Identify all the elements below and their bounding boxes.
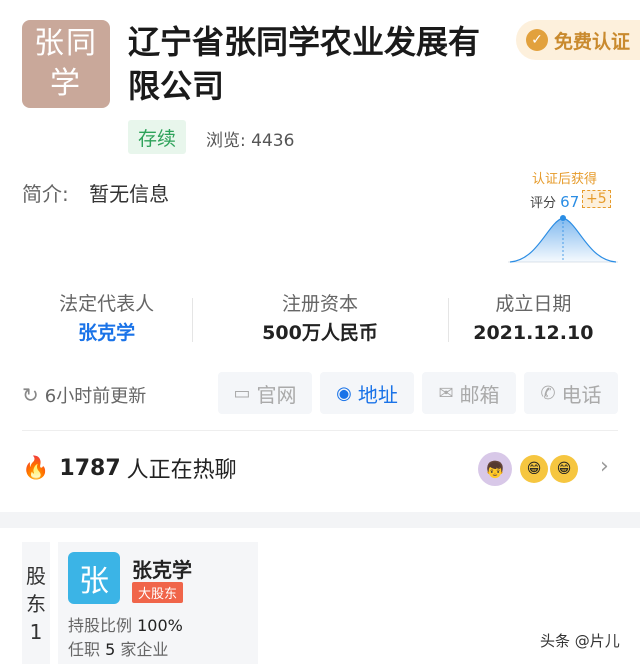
legal-rep-cell: 法定代表人 张克学 bbox=[0, 290, 213, 350]
registered-capital-cell: 注册资本 500万人民币 bbox=[213, 290, 426, 350]
score-line: 评分 67 bbox=[530, 192, 579, 211]
company-intro: 简介: 暂无信息 bbox=[22, 178, 169, 207]
watermark: 头条 @片儿 bbox=[540, 632, 620, 650]
update-text: 6小时前更新 bbox=[44, 386, 147, 407]
location-pin-icon: ◉ bbox=[336, 382, 352, 404]
hot-chat-count: 1787 bbox=[59, 455, 121, 481]
major-shareholder-badge: 大股东 bbox=[132, 582, 184, 603]
divider bbox=[192, 298, 193, 342]
shareholder-count: 1 bbox=[29, 620, 43, 644]
legal-rep-link[interactable]: 张克学 bbox=[0, 318, 213, 348]
founding-date-label: 成立日期 bbox=[495, 293, 572, 315]
shareholder-card[interactable]: 张 张克学 大股东 持股比例 100% 任职 5 家企业 bbox=[58, 542, 258, 664]
positions-unit: 家企业 bbox=[120, 640, 169, 659]
score-header: 认证后获得 bbox=[532, 172, 598, 187]
monitor-icon: ▭ bbox=[233, 382, 251, 404]
chat-avatars[interactable]: 👦 😁 😁 bbox=[478, 452, 578, 486]
company-logo: 张同学 bbox=[22, 20, 110, 108]
divider bbox=[22, 430, 618, 431]
status-badge: 存续 bbox=[128, 120, 186, 154]
grin-emoji-icon: 😁 bbox=[520, 455, 548, 483]
divider bbox=[448, 298, 449, 342]
email-label: 邮箱 bbox=[459, 382, 500, 407]
hot-chat-text: 人正在热聊 bbox=[126, 458, 237, 483]
positions-held: 任职 5 家企业 bbox=[68, 636, 168, 660]
founding-date-cell: 成立日期 2021.12.10 bbox=[427, 290, 640, 350]
flame-icon: 🔥 bbox=[22, 455, 50, 481]
phone-icon: ✆ bbox=[540, 382, 556, 404]
verified-badge-icon: ✓ bbox=[526, 29, 548, 51]
share-ratio: 持股比例 100% bbox=[68, 612, 183, 636]
view-count-value: 4436 bbox=[251, 131, 295, 151]
registered-capital-value: 500万人民币 bbox=[262, 322, 378, 344]
grin-emoji-icon: 😁 bbox=[550, 455, 578, 483]
score-widget[interactable]: 认证后获得 评分 67 +5 bbox=[508, 166, 618, 272]
positions-count: 5 bbox=[105, 640, 116, 659]
update-status: ↻ 6小时前更新 bbox=[22, 382, 146, 408]
intro-value: 暂无信息 bbox=[89, 182, 170, 206]
hot-chat-row[interactable]: 🔥 1787 人正在热聊 bbox=[22, 452, 237, 484]
score-label: 评分 bbox=[530, 196, 557, 211]
free-certify-label: 免费认证 bbox=[554, 30, 631, 53]
registered-capital-label: 注册资本 bbox=[281, 293, 358, 315]
chevron-right-icon[interactable]: › bbox=[600, 454, 609, 479]
shareholder-avatar: 张 bbox=[68, 552, 120, 604]
address-label: 地址 bbox=[357, 382, 398, 407]
shareholder-label-text: 股东 bbox=[26, 564, 46, 616]
key-info-row: 法定代表人 张克学 注册资本 500万人民币 成立日期 2021.12.10 bbox=[0, 290, 640, 350]
phone-button[interactable]: ✆ 电话 bbox=[524, 372, 618, 414]
share-ratio-value: 100% bbox=[137, 616, 183, 635]
shareholder-name[interactable]: 张克学 bbox=[132, 554, 192, 583]
intro-label: 简介: bbox=[22, 182, 69, 206]
score-value: 67 bbox=[560, 193, 580, 211]
email-button[interactable]: ✉ 邮箱 bbox=[422, 372, 516, 414]
website-label: 官网 bbox=[256, 382, 297, 407]
share-ratio-label: 持股比例 bbox=[68, 616, 133, 635]
avatar: 👦 bbox=[478, 452, 512, 486]
mail-icon: ✉ bbox=[438, 382, 454, 404]
refresh-icon: ↻ bbox=[22, 383, 39, 407]
phone-label: 电话 bbox=[561, 382, 602, 407]
free-certify-button[interactable]: ✓ 免费认证 bbox=[516, 20, 640, 60]
legal-rep-label: 法定代表人 bbox=[59, 293, 155, 315]
address-button[interactable]: ◉ 地址 bbox=[320, 372, 414, 414]
score-distribution-curve bbox=[508, 215, 618, 263]
company-logo-text: 张同学 bbox=[34, 26, 98, 101]
company-name: 辽宁省张同学农业发展有限公司 bbox=[128, 23, 481, 105]
shareholder-section-label: 股东 1 bbox=[22, 542, 50, 664]
section-gap bbox=[0, 512, 640, 528]
view-count-label: 浏览: bbox=[206, 131, 246, 151]
founding-date-value: 2021.12.10 bbox=[473, 322, 594, 344]
view-count: 浏览: 4436 bbox=[206, 126, 294, 151]
positions-label: 任职 bbox=[68, 640, 101, 659]
website-button[interactable]: ▭ 官网 bbox=[218, 372, 312, 414]
score-bonus: +5 bbox=[582, 190, 611, 208]
